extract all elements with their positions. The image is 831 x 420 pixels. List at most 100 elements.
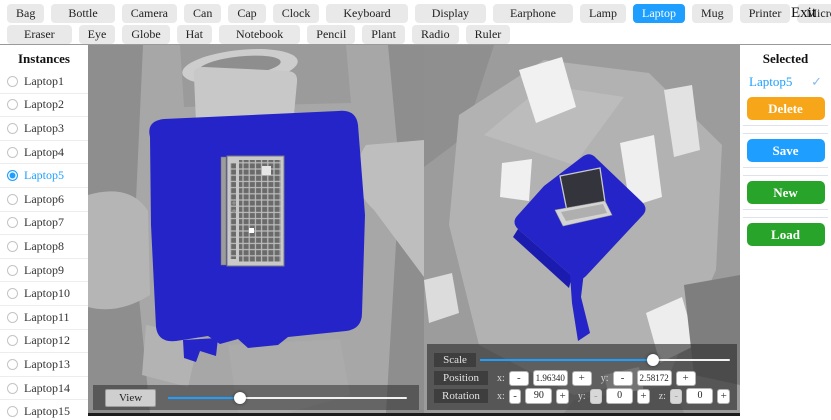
instance-laptop12[interactable]: Laptop12 <box>0 330 88 354</box>
category-bar: Bag Bottle Camera Can Cap Clock Keyboard… <box>0 0 831 45</box>
view-button[interactable]: View <box>105 388 157 407</box>
rotation-y-minus-button[interactable]: - <box>589 388 603 404</box>
scale-row: Scale <box>434 352 730 368</box>
position-y-minus-button[interactable]: - <box>612 370 633 386</box>
category-can[interactable]: Can <box>184 4 222 23</box>
radio-icon <box>7 99 18 111</box>
new-button[interactable]: New <box>746 181 825 204</box>
save-button[interactable]: Save <box>746 139 825 162</box>
radio-icon <box>7 406 18 418</box>
view-bar: View <box>93 385 419 410</box>
instance-laptop13[interactable]: Laptop13 <box>0 353 88 377</box>
viewport-topdown-3d-canvas[interactable]: View <box>88 45 424 416</box>
keyboard-model <box>220 155 285 267</box>
rotation-row: Rotation x: - 90 + y: - 0 + z: - 0 + <box>434 388 730 404</box>
category-laptop[interactable]: Laptop <box>633 4 686 23</box>
scene-topdown <box>88 45 424 413</box>
category-bottle[interactable]: Bottle <box>51 4 115 23</box>
rotation-y-plus-button[interactable]: + <box>637 388 650 404</box>
instance-laptop2[interactable]: Laptop2 <box>0 94 88 118</box>
category-plant[interactable]: Plant <box>362 25 405 44</box>
divider <box>743 209 828 218</box>
category-eye[interactable]: Eye <box>78 25 116 44</box>
radio-icon <box>7 193 18 205</box>
category-clock[interactable]: Clock <box>272 4 320 23</box>
radio-icon <box>7 217 18 229</box>
instance-laptop1[interactable]: Laptop1 <box>0 70 88 94</box>
view-slider-fill <box>168 396 240 399</box>
instance-laptop11[interactable]: Laptop11 <box>0 306 88 330</box>
category-keyboard[interactable]: Keyboard <box>326 4 408 23</box>
category-mug[interactable]: Mug <box>692 4 733 23</box>
category-hat[interactable]: Hat <box>176 25 212 44</box>
instance-laptop5[interactable]: Laptop5 <box>0 164 88 188</box>
position-x-plus-button[interactable]: + <box>571 370 592 386</box>
radio-icon <box>7 264 18 276</box>
radio-icon <box>7 358 18 370</box>
instance-laptop15[interactable]: Laptop15 <box>0 400 88 420</box>
instance-laptop7[interactable]: Laptop7 <box>0 212 88 236</box>
rotation-x-plus-button[interactable]: + <box>556 388 569 404</box>
instance-laptop4[interactable]: Laptop4 <box>0 141 88 165</box>
position-x-minus-button[interactable]: - <box>508 370 529 386</box>
category-notebook[interactable]: Notebook <box>218 25 301 44</box>
instance-laptop6[interactable]: Laptop6 <box>0 188 88 212</box>
category-printer[interactable]: Printer <box>739 4 791 23</box>
view-slider-thumb[interactable] <box>233 391 246 404</box>
rotation-z-plus-button[interactable]: + <box>717 388 730 404</box>
viewport-perspective-3d-canvas[interactable]: Scale Position x: - 1.96340 + y: - 2.581… <box>424 45 740 416</box>
rotation-z-value[interactable]: 0 <box>686 388 714 404</box>
instance-laptop9[interactable]: Laptop9 <box>0 259 88 283</box>
category-display[interactable]: Display <box>414 4 487 23</box>
position-y-axis-label: y: <box>600 372 609 384</box>
annotation-tool-window: Bag Bottle Camera Can Cap Clock Keyboard… <box>0 0 831 420</box>
category-row-2: Eraser Eye Globe Hat Notebook Pencil Pla… <box>7 25 511 44</box>
rotation-y-axis-label: y: <box>577 390 586 402</box>
selected-panel: Selected Laptop5 ✓ Delete Save New Load <box>740 45 831 420</box>
selected-instance-row[interactable]: Laptop5 ✓ <box>740 74 831 90</box>
category-globe[interactable]: Globe <box>122 25 170 44</box>
radio-icon <box>7 382 18 394</box>
load-button[interactable]: Load <box>746 223 825 246</box>
radio-icon <box>7 146 18 158</box>
scale-slider-thumb[interactable] <box>646 354 659 366</box>
category-camera[interactable]: Camera <box>121 4 177 23</box>
exit-button[interactable]: Exit <box>791 5 816 22</box>
selected-instance-name: Laptop5 <box>749 74 793 89</box>
instances-panel: Instances Laptop1 Laptop2 Laptop3 Laptop… <box>0 45 88 420</box>
rotation-z-minus-button[interactable]: - <box>669 388 683 404</box>
position-y-plus-button[interactable]: + <box>675 370 696 386</box>
instance-laptop14[interactable]: Laptop14 <box>0 377 88 401</box>
position-x-value[interactable]: 1.96340 <box>532 370 568 386</box>
divider <box>743 167 828 176</box>
position-label: Position <box>434 371 488 385</box>
view-slider[interactable] <box>168 391 407 404</box>
divider <box>743 125 828 134</box>
rotation-x-minus-button[interactable]: - <box>508 388 522 404</box>
rotation-x-value[interactable]: 90 <box>525 388 553 404</box>
rotation-y-value[interactable]: 0 <box>606 388 634 404</box>
category-radio[interactable]: Radio <box>411 25 459 44</box>
delete-button[interactable]: Delete <box>746 97 825 120</box>
category-lamp[interactable]: Lamp <box>580 4 627 23</box>
category-pencil[interactable]: Pencil <box>307 25 356 44</box>
radio-icon <box>7 311 18 323</box>
position-x-axis-label: x: <box>497 372 505 384</box>
category-row-1: Bag Bottle Camera Can Cap Clock Keyboard… <box>7 4 831 23</box>
category-ruler[interactable]: Ruler <box>465 25 511 44</box>
instance-laptop8[interactable]: Laptop8 <box>0 235 88 259</box>
instance-laptop3[interactable]: Laptop3 <box>0 117 88 141</box>
radio-icon-selected <box>7 170 18 182</box>
instance-laptop10[interactable]: Laptop10 <box>0 282 88 306</box>
radio-icon <box>7 122 18 134</box>
category-earphone[interactable]: Earphone <box>493 4 574 23</box>
position-y-value[interactable]: 2.58172 <box>636 370 672 386</box>
category-cap[interactable]: Cap <box>228 4 266 23</box>
rotation-x-axis-label: x: <box>497 390 505 402</box>
scale-slider[interactable] <box>480 354 730 367</box>
category-bag[interactable]: Bag <box>7 4 45 23</box>
transform-controls-panel: Scale Position x: - 1.96340 + y: - 2.581… <box>427 344 737 410</box>
position-row: Position x: - 1.96340 + y: - 2.58172 + <box>434 370 730 386</box>
category-eraser[interactable]: Eraser <box>7 25 72 44</box>
radio-icon <box>7 288 18 300</box>
